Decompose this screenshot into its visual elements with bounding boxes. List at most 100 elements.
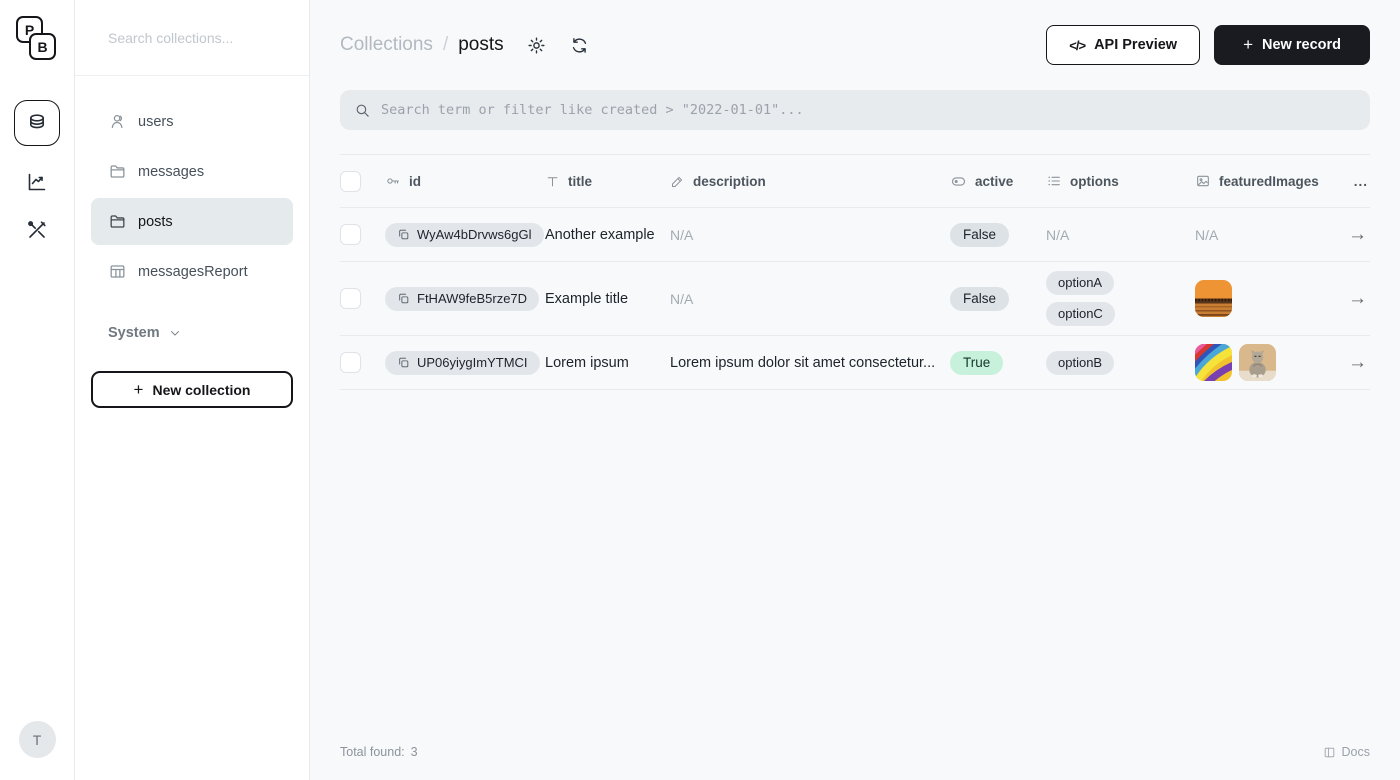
breadcrumb: Collections / posts xyxy=(340,34,504,56)
list-icon xyxy=(1046,173,1062,189)
total-found: Total found: 3 xyxy=(340,745,418,759)
new-collection-button[interactable]: + New collection xyxy=(91,371,293,408)
cell-options: optionA optionC xyxy=(1046,271,1115,326)
header-actions: </> API Preview + New record xyxy=(1046,25,1370,65)
select-all-checkbox[interactable] xyxy=(340,170,361,192)
table-view-icon xyxy=(108,262,127,281)
sidebar-item-posts[interactable]: posts xyxy=(91,198,293,245)
settings-nav-button[interactable] xyxy=(25,218,49,242)
records-search-input[interactable] xyxy=(381,102,1356,118)
column-header-featuredImages[interactable]: featuredImages xyxy=(1195,173,1340,189)
cell-options: N/A xyxy=(1046,226,1070,243)
open-record-arrow-icon[interactable]: → xyxy=(1348,225,1368,244)
page-title: posts xyxy=(458,34,504,55)
records-table: id title description active options feat… xyxy=(340,154,1370,390)
sidebar-item-messages[interactable]: messages xyxy=(91,148,293,195)
row-checkbox[interactable] xyxy=(340,352,361,373)
cell-description: Lorem ipsum dolor sit amet consectetur..… xyxy=(670,354,936,371)
total-found-value: 3 xyxy=(410,745,418,759)
collections-list: users messages posts messagesReport xyxy=(75,76,309,295)
chevron-down-icon xyxy=(168,326,182,340)
columns-more-button[interactable]: ... xyxy=(1340,174,1370,189)
open-record-arrow-icon[interactable]: → xyxy=(1348,289,1368,308)
cell-title: Another example xyxy=(545,226,655,243)
row-checkbox[interactable] xyxy=(340,224,361,245)
cell-description: N/A xyxy=(670,290,694,307)
cell-options: optionB xyxy=(1046,350,1115,375)
record-id-pill[interactable]: UP06yiygImYTMCI xyxy=(385,350,540,375)
table-row[interactable]: FtHAW9feB5rze7D Example title N/A False … xyxy=(340,262,1370,336)
docs-link[interactable]: Docs xyxy=(1323,745,1370,759)
column-header-active[interactable]: active xyxy=(950,173,1046,190)
column-header-title[interactable]: title xyxy=(545,174,670,189)
column-header-id[interactable]: id xyxy=(385,173,545,189)
row-checkbox[interactable] xyxy=(340,288,361,309)
rail-nav xyxy=(14,100,60,242)
docs-label: Docs xyxy=(1341,745,1370,759)
collections-search-input[interactable] xyxy=(108,29,289,46)
database-icon xyxy=(25,111,49,135)
collections-search xyxy=(75,0,309,76)
copy-icon xyxy=(397,356,410,369)
chart-line-icon xyxy=(25,170,49,194)
main-panel: Collections / posts </> API Preview + Ne… xyxy=(310,0,1400,780)
app-rail: P B T xyxy=(0,0,75,780)
folder-icon xyxy=(108,162,127,181)
breadcrumb-collections[interactable]: Collections xyxy=(340,34,433,56)
page-header: Collections / posts </> API Preview + Ne… xyxy=(340,0,1370,90)
plus-icon: + xyxy=(1243,35,1254,54)
docs-icon xyxy=(1323,746,1336,759)
cell-featured-images xyxy=(1195,280,1232,317)
system-group-toggle[interactable]: System xyxy=(91,325,293,341)
key-icon xyxy=(385,173,401,189)
collections-nav-button[interactable] xyxy=(14,100,60,146)
sidebar-item-label: users xyxy=(138,113,174,130)
active-badge: False xyxy=(950,222,1010,247)
pocketbase-logo[interactable]: P B xyxy=(16,16,58,64)
open-record-arrow-icon[interactable]: → xyxy=(1348,353,1368,372)
toggle-icon xyxy=(950,173,967,190)
column-header-description[interactable]: description xyxy=(670,174,950,189)
logs-nav-button[interactable] xyxy=(25,170,49,194)
table-row[interactable]: WyAw4bDrvws6gGl Another example N/A Fals… xyxy=(340,208,1370,262)
api-preview-button[interactable]: </> API Preview xyxy=(1046,25,1201,65)
code-icon: </> xyxy=(1069,37,1086,53)
sidebar-item-users[interactable]: users xyxy=(91,98,293,145)
text-icon xyxy=(545,174,560,189)
total-found-label: Total found: xyxy=(340,745,405,759)
api-preview-label: API Preview xyxy=(1094,37,1178,53)
table-footer: Total found: 3 Docs xyxy=(340,724,1370,780)
sidebar-item-messagesReport[interactable]: messagesReport xyxy=(91,248,293,295)
record-id-pill[interactable]: WyAw4bDrvws6gGl xyxy=(385,222,544,247)
collection-settings-button[interactable] xyxy=(526,35,547,56)
refresh-button[interactable] xyxy=(569,35,590,56)
pencil-icon xyxy=(670,174,685,189)
sidebar-item-label: messagesReport xyxy=(138,263,248,280)
breadcrumb-separator: / xyxy=(442,34,449,55)
plus-icon: + xyxy=(133,379,144,399)
column-header-options[interactable]: options xyxy=(1046,173,1195,189)
thumbnail-abstract-rainbow[interactable] xyxy=(1195,344,1232,381)
logo-b-square: B xyxy=(29,33,56,60)
cell-title: Example title xyxy=(545,290,629,307)
option-pill: optionA xyxy=(1046,271,1115,295)
thumbnail-cat[interactable] xyxy=(1239,344,1276,381)
table-row[interactable]: UP06yiygImYTMCI Lorem ipsum Lorem ipsum … xyxy=(340,336,1370,390)
image-icon xyxy=(1195,173,1211,189)
tools-icon xyxy=(25,218,49,242)
copy-icon xyxy=(397,228,410,241)
user-avatar[interactable]: T xyxy=(18,721,56,758)
option-pill: optionC xyxy=(1046,302,1115,326)
system-group-label: System xyxy=(108,325,160,341)
users-icon xyxy=(108,112,127,131)
records-filter-bar xyxy=(340,90,1370,130)
record-id-pill[interactable]: FtHAW9feB5rze7D xyxy=(385,286,540,311)
thumbnail-sunset-pier[interactable] xyxy=(1195,280,1232,317)
new-collection-label: New collection xyxy=(152,381,251,398)
new-record-button[interactable]: + New record xyxy=(1214,25,1370,65)
active-badge: False xyxy=(950,286,1010,311)
cell-description: N/A xyxy=(670,226,694,243)
copy-icon xyxy=(397,292,410,305)
cell-title: Lorem ipsum xyxy=(545,354,629,371)
cell-featured-images xyxy=(1195,344,1276,381)
